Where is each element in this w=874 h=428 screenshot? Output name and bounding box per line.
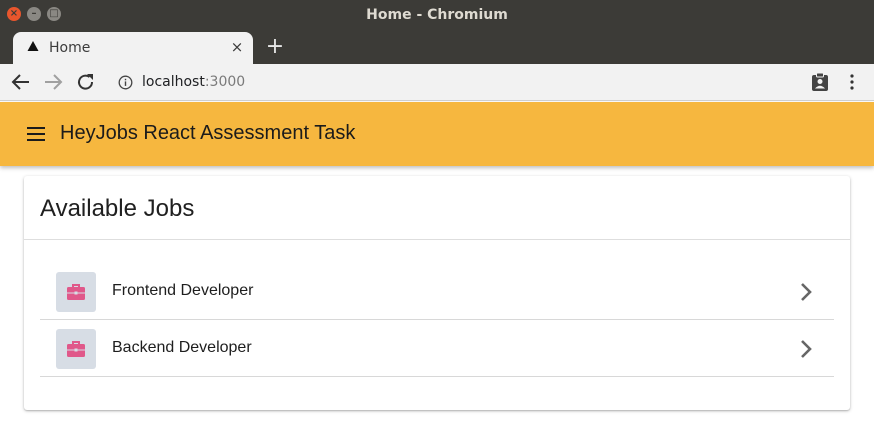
info-icon[interactable]	[118, 75, 133, 90]
chevron-right-icon[interactable]	[798, 281, 814, 303]
briefcase-icon	[67, 284, 85, 300]
new-tab-button[interactable]: +	[263, 36, 287, 60]
job-title: Backend Developer	[112, 339, 252, 356]
chevron-right-icon[interactable]	[798, 338, 814, 360]
triangle-favicon-icon	[27, 41, 39, 51]
tab-strip: Home × +	[0, 30, 874, 64]
hamburger-menu-icon[interactable]	[26, 126, 46, 142]
tab-close-icon[interactable]: ×	[229, 39, 245, 55]
job-avatar	[56, 329, 96, 369]
job-list-item[interactable]: Frontend Developer	[40, 263, 834, 320]
browser-tab[interactable]: Home ×	[13, 32, 253, 64]
job-list: Frontend Developer Backend Developer	[40, 263, 834, 377]
window-titlebar: × – □ Home - Chromium	[0, 0, 874, 30]
url-port: :3000	[204, 74, 246, 90]
job-avatar	[56, 272, 96, 312]
app-bar: HeyJobs React Assessment Task	[0, 102, 874, 166]
job-title: Frontend Developer	[112, 282, 254, 299]
forward-arrow-icon[interactable]	[41, 71, 65, 93]
back-arrow-icon[interactable]	[9, 71, 33, 93]
briefcase-icon	[67, 341, 85, 357]
window-title: Home - Chromium	[366, 7, 508, 23]
card-title: Available Jobs	[40, 195, 195, 222]
clipboard-person-icon[interactable]	[810, 72, 830, 92]
url-host: localhost	[142, 74, 205, 90]
card-divider	[24, 239, 850, 240]
url-text[interactable]: localhost:3000	[142, 74, 245, 90]
jobs-card: Available Jobs Frontend Developer Backen…	[24, 176, 850, 410]
reload-icon[interactable]	[74, 71, 98, 93]
browser-toolbar: localhost:3000	[0, 64, 874, 101]
address-bar[interactable]: localhost:3000	[108, 68, 806, 97]
browser-menu-icon[interactable]	[846, 72, 858, 92]
app-title: HeyJobs React Assessment Task	[60, 122, 356, 144]
tab-title: Home	[49, 40, 91, 56]
job-list-item[interactable]: Backend Developer	[40, 320, 834, 377]
